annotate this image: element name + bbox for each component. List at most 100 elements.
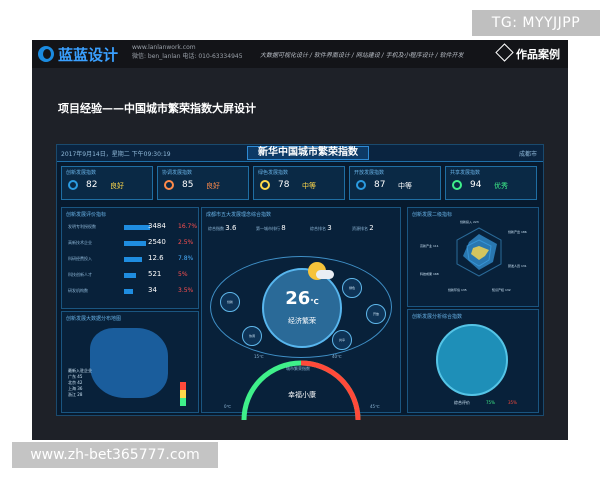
kpi-value: 82: [86, 180, 98, 190]
radar-label: 高新产业 111: [420, 244, 439, 248]
kpi-status: 良好: [110, 182, 124, 190]
center-stat-value: 3.6: [225, 224, 237, 232]
gauge-tick: 45℃: [370, 404, 380, 409]
center-stat: 第一城市排行 8: [256, 224, 286, 232]
dashboard-header: 2017年9月14日，星期二 下午09:30:19 新华中国城市繁荣指数 成都市: [57, 145, 543, 162]
contact-line: 微信: ben_lanlan 电话: 010-63334945: [132, 53, 243, 60]
nav-item-web[interactable]: 网站建设: [356, 52, 380, 59]
site-header: 蓝蓝设计 www.lanlanwork.com 微信: ben_lanlan 电…: [32, 40, 568, 68]
review-row-name: 高新技术企业: [68, 240, 92, 245]
review-row: 研发机构数 34 3.5%: [68, 286, 208, 297]
works-link[interactable]: 作品案例: [495, 43, 560, 62]
globe-legend-value: 75%: [486, 400, 495, 405]
bubble-share[interactable]: 共享: [332, 330, 352, 350]
kpi-value: 85: [182, 180, 194, 190]
radar-panel: 创新发展二级指标 创新投入 223 创新产出 186 高新产业 111 研发人员…: [407, 207, 539, 307]
center-stat-value: 8: [281, 224, 286, 232]
kpi-status: 中等: [302, 182, 316, 190]
kpi-card: 开放发展指数 87 中等: [349, 166, 441, 200]
map-panel: 创新发展大数据分布地图 最新入驻企业 广东 45 北京 42 上海 36 浙江 …: [61, 311, 199, 413]
review-row-bar: [124, 225, 150, 230]
nav-item-mobile[interactable]: 手机及小程序设计: [386, 52, 434, 59]
review-row: 科研经费投入 12.6 7.8%: [68, 254, 208, 265]
brand-name[interactable]: 蓝蓝设计: [58, 44, 118, 65]
review-row-change: 16.7%: [178, 223, 198, 230]
review-panel: 创新发展评价指标 发明专利授权数 3484 16.7% 高新技术企业 2540 …: [61, 207, 199, 309]
kpi-card: 创新发展指数 82 良好: [61, 166, 153, 200]
kpi-ring-icon: [164, 180, 174, 190]
kpi-card: 协调发展指数 85 良好: [157, 166, 249, 200]
map-color-scale: [180, 382, 186, 406]
contact-url[interactable]: www.lanlanwork.com: [132, 43, 243, 52]
center-panel-title: 成都市五大发展理念综合指数: [206, 212, 272, 218]
bubble-green[interactable]: 绿色: [342, 278, 362, 298]
kpi-ring-icon: [68, 180, 78, 190]
site-nav: 大数据可视化设计 / 软件界面设计 / 网站建设 / 手机及小程序设计 / 软件…: [260, 52, 464, 59]
radar-label: 创新环境 135: [448, 288, 467, 292]
temperature-value: 26: [285, 288, 311, 309]
kpi-label: 协调发展指数: [162, 170, 193, 176]
review-row-value: 12.6: [148, 254, 164, 262]
project-title: 项目经验——中国城市繁荣指数大屏设计: [58, 102, 256, 115]
radar-chart: [456, 227, 502, 277]
nav-item-ui[interactable]: 软件界面设计: [314, 52, 350, 59]
nav-item-bigdata[interactable]: 大数据可视化设计: [260, 52, 308, 59]
kpi-label: 绿色发展指数: [258, 170, 289, 176]
city-planet[interactable]: 26℃ 经济繁荣: [262, 262, 342, 348]
review-row-bar: [124, 257, 142, 262]
radar-panel-title: 创新发展二级指标: [412, 212, 453, 218]
map-legend-item: 浙江 28: [68, 392, 83, 397]
gauge-label: 幸福小康: [288, 391, 316, 399]
globe-panel: 创新发展分析综合指数 综合评价 75% 35%: [407, 309, 539, 413]
kpi-status: 良好: [206, 182, 220, 190]
review-row-value: 3484: [148, 222, 166, 230]
kpi-value: 94: [470, 180, 482, 190]
review-row: 高新技术企业 2540 2.5%: [68, 238, 208, 249]
review-row-name: 科研经费投入: [68, 256, 92, 261]
radar-label: 知识产权 132: [492, 288, 511, 292]
kpi-status: 中等: [398, 182, 412, 190]
review-row: 科技创新人才 521 5%: [68, 270, 208, 281]
review-row-value: 521: [148, 270, 162, 278]
gauge-tick: 40℃: [332, 354, 342, 359]
globe-visual[interactable]: [436, 324, 508, 396]
kpi-card: 绿色发展指数 78 中等: [253, 166, 345, 200]
kpi-label: 创新发展指数: [66, 170, 97, 176]
nav-item-dev[interactable]: 软件开发: [439, 52, 463, 59]
globe-legend-label: 综合评价: [454, 400, 470, 405]
center-panel: 成都市五大发展理念综合指数 综合指数 3.6 第一城市排行 8 综合排名 3 资…: [201, 207, 401, 421]
kpi-value: 78: [278, 180, 290, 190]
bubble-innovation[interactable]: 创新: [220, 292, 240, 312]
review-row-value: 34: [148, 286, 157, 294]
temperature-unit: ℃: [310, 298, 319, 306]
china-map[interactable]: [90, 328, 168, 398]
center-stat: 综合排名 3: [310, 224, 332, 232]
kpi-ring-icon: [356, 180, 366, 190]
kpi-ring-icon: [260, 180, 270, 190]
review-row-change: 2.5%: [178, 239, 194, 246]
kpi-value: 87: [374, 180, 386, 190]
brand-logo-icon[interactable]: [38, 46, 54, 62]
watermark-bottom: www.zh-bet365777.com: [12, 442, 218, 468]
dashboard-city: 成都市: [518, 151, 537, 158]
watermark-top: TG: MYYJJPP: [472, 10, 600, 36]
dashboard-title: 新华中国城市繁荣指数: [247, 146, 369, 160]
center-stat-label: 综合排名: [310, 226, 326, 231]
center-stat-label: 综合指数: [208, 226, 224, 231]
kpi-card: 共享发展指数 94 优秀: [445, 166, 537, 200]
review-row-name: 科技创新人才: [68, 272, 92, 277]
review-row-name: 研发机构数: [68, 288, 88, 293]
bubble-coordination[interactable]: 协调: [242, 326, 262, 346]
map-panel-title: 创新发展大数据分布地图: [66, 316, 122, 322]
review-row-name: 发明专利授权数: [68, 224, 96, 229]
review-row-bar: [124, 241, 146, 246]
bubble-open[interactable]: 开放: [366, 304, 386, 324]
review-row-change: 7.8%: [178, 255, 194, 262]
dashboard-date: 2017年9月14日，星期二 下午09:30:19: [61, 151, 171, 158]
prosperity-label: 经济繁荣: [288, 317, 316, 325]
center-stat: 资源排名 2: [352, 224, 374, 232]
review-row-bar: [124, 273, 136, 278]
dashboard-screenshot: 2017年9月14日，星期二 下午09:30:19 新华中国城市繁荣指数 成都市…: [56, 144, 544, 421]
review-row-change: 3.5%: [178, 287, 194, 294]
works-label: 作品案例: [516, 48, 560, 61]
